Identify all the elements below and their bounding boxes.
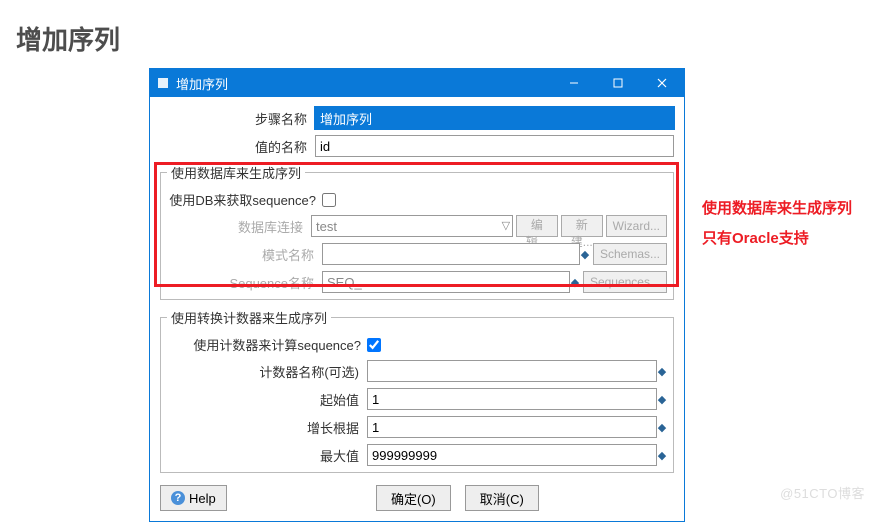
- help-icon: ?: [171, 491, 185, 505]
- group-counter-legend: 使用转换计数器来生成序列: [167, 308, 331, 327]
- maximize-button[interactable]: [596, 69, 640, 97]
- input-value-name[interactable]: [315, 135, 674, 157]
- diamond-icon: ◆: [570, 271, 580, 293]
- checkbox-use-counter[interactable]: [367, 338, 381, 352]
- help-button[interactable]: ? Help: [160, 485, 227, 511]
- button-bar: ? Help 确定(O) 取消(C): [160, 481, 674, 513]
- label-use-db: 使用DB来获取sequence?: [167, 190, 322, 209]
- btn-sequences[interactable]: Sequences...: [583, 271, 667, 293]
- checkbox-use-db[interactable]: [322, 193, 336, 207]
- row-counter-name: 计数器名称(可选) ◆: [167, 360, 667, 382]
- diamond-icon: ◆: [580, 243, 590, 265]
- input-increment[interactable]: [367, 416, 657, 438]
- input-max-value[interactable]: [367, 444, 657, 466]
- row-increment: 增长根据 ◆: [167, 416, 667, 438]
- diamond-icon: ◆: [657, 444, 667, 466]
- ok-button[interactable]: 确定(O): [376, 485, 451, 511]
- row-sequence-name: Sequence名称 ◆ Sequences...: [167, 271, 667, 293]
- row-value-name: 值的名称: [160, 135, 674, 157]
- help-label: Help: [189, 491, 216, 506]
- input-start-value[interactable]: [367, 388, 657, 410]
- annotation-line2: 只有Oracle支持: [702, 224, 852, 254]
- row-schema: 模式名称 ◆ Schemas...: [167, 243, 667, 265]
- watermark: @51CTO博客: [780, 483, 865, 502]
- annotation-line1: 使用数据库来生成序列: [702, 194, 852, 224]
- label-counter-name: 计数器名称(可选): [167, 362, 367, 381]
- select-db-connection[interactable]: [311, 215, 513, 237]
- annotation-text: 使用数据库来生成序列 只有Oracle支持: [702, 194, 852, 254]
- label-schema: 模式名称: [167, 245, 322, 264]
- row-step-name: 步骤名称: [160, 107, 674, 129]
- btn-edit-connection[interactable]: 编辑...: [516, 215, 558, 237]
- btn-new-connection[interactable]: 新建...: [561, 215, 603, 237]
- label-use-counter: 使用计数器来计算sequence?: [167, 335, 367, 354]
- btn-wizard-connection[interactable]: Wizard...: [606, 215, 667, 237]
- window-title: 增加序列: [176, 74, 552, 93]
- app-icon: [156, 76, 170, 90]
- dialog-content: 步骤名称 值的名称 使用数据库来生成序列 使用DB来获取sequence? 数据…: [150, 97, 684, 521]
- label-sequence-name: Sequence名称: [167, 273, 322, 292]
- row-use-db: 使用DB来获取sequence?: [167, 190, 667, 209]
- row-db-connection: 数据库连接 ▽ 编辑... 新建... Wizard...: [167, 215, 667, 237]
- diamond-icon: ◆: [657, 388, 667, 410]
- diamond-icon: ◆: [657, 360, 667, 382]
- row-start-value: 起始值 ◆: [167, 388, 667, 410]
- input-counter-name[interactable]: [367, 360, 657, 382]
- minimize-button[interactable]: [552, 69, 596, 97]
- titlebar: 增加序列: [150, 69, 684, 97]
- label-step-name: 步骤名称: [160, 109, 315, 128]
- group-counter: 使用转换计数器来生成序列 使用计数器来计算sequence? 计数器名称(可选)…: [160, 308, 674, 473]
- label-max-value: 最大值: [167, 446, 367, 465]
- label-db-connection: 数据库连接: [167, 217, 311, 236]
- input-step-name[interactable]: [315, 107, 674, 129]
- dialog-window: 增加序列 步骤名称 值的名称 使用数据库来生成序列 使用DB来获取sequenc…: [149, 68, 685, 522]
- page-heading: 增加序列: [16, 20, 120, 57]
- cancel-button[interactable]: 取消(C): [465, 485, 539, 511]
- group-database: 使用数据库来生成序列 使用DB来获取sequence? 数据库连接 ▽ 编辑..…: [160, 163, 674, 300]
- btn-schemas[interactable]: Schemas...: [593, 243, 667, 265]
- label-value-name: 值的名称: [160, 137, 315, 156]
- close-button[interactable]: [640, 69, 684, 97]
- group-database-legend: 使用数据库来生成序列: [167, 163, 305, 182]
- label-increment: 增长根据: [167, 418, 367, 437]
- row-max-value: 最大值 ◆: [167, 444, 667, 466]
- row-use-counter: 使用计数器来计算sequence?: [167, 335, 667, 354]
- input-schema[interactable]: [322, 243, 580, 265]
- diamond-icon: ◆: [657, 416, 667, 438]
- input-sequence-name[interactable]: [322, 271, 570, 293]
- label-start-value: 起始值: [167, 390, 367, 409]
